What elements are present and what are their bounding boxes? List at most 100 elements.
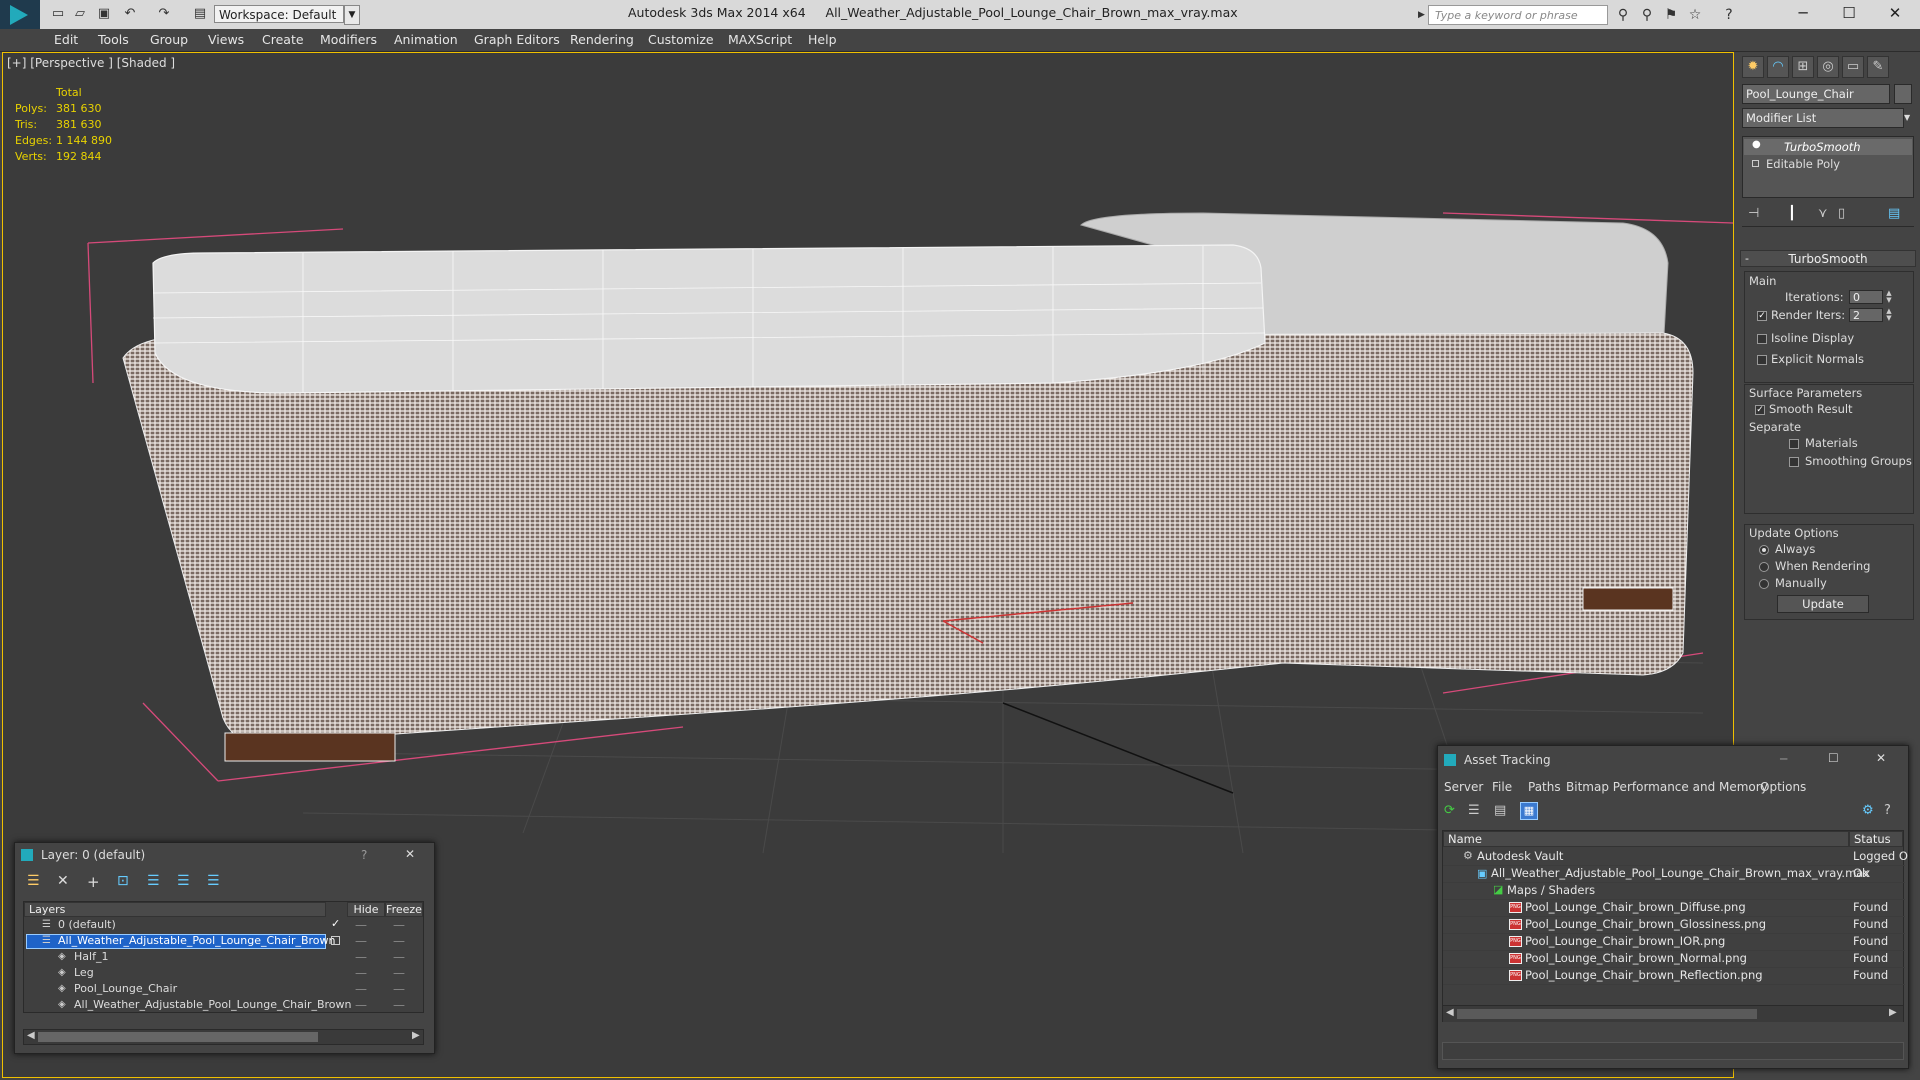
minimize-icon[interactable]: ─ [1780, 0, 1826, 26]
select-layer-objects-icon[interactable]: ⊡ [117, 873, 129, 889]
hide-toggle[interactable]: — [355, 918, 367, 932]
render-iters-spinner[interactable]: 2 [1849, 308, 1883, 322]
menu-create[interactable]: Create [262, 29, 304, 51]
current-layer-check-icon[interactable]: ✓ [331, 917, 340, 930]
render-iters-checkbox[interactable]: ✓ [1757, 311, 1767, 321]
hide-toggle[interactable]: — [355, 950, 367, 964]
table-view-icon[interactable]: ▦ [1520, 802, 1538, 820]
close-icon[interactable]: ✕ [1876, 751, 1886, 765]
smoothing-groups-checkbox[interactable] [1789, 457, 1799, 467]
binoculars-icon[interactable]: ⚲ [1614, 6, 1632, 24]
make-unique-icon[interactable]: ⋎ [1818, 206, 1828, 221]
path-input[interactable] [1442, 1042, 1904, 1060]
freeze-toggle[interactable]: — [393, 966, 405, 980]
col-header-name[interactable]: Name [1443, 831, 1849, 847]
lightbulb-icon[interactable]: ● [1752, 139, 1761, 150]
project-folder-icon[interactable]: ▤ [192, 6, 208, 22]
table-row[interactable]: PNG Pool_Lounge_Chair_brown_IOR.png Foun… [1443, 933, 1905, 951]
always-radio[interactable] [1759, 545, 1769, 555]
expand-icon[interactable] [1752, 160, 1759, 167]
object-color-swatch[interactable] [1894, 84, 1912, 104]
highlight-selected-icon[interactable]: ☰ [147, 873, 160, 889]
col-header-freeze[interactable]: Freeze [385, 902, 423, 917]
open-file-icon[interactable]: ▱ [72, 6, 88, 22]
freeze-toggle[interactable]: — [393, 982, 405, 996]
smooth-result-checkbox[interactable]: ✓ [1755, 405, 1765, 415]
new-file-icon[interactable]: ▭ [50, 6, 66, 22]
show-end-result-icon[interactable]: ┃ [1788, 206, 1796, 221]
scroll-right-icon[interactable]: ▶ [1889, 1007, 1897, 1018]
materials-checkbox[interactable] [1789, 439, 1799, 449]
list-item[interactable]: ◈ Half_1 — — [24, 950, 423, 965]
hierarchy-tab-icon[interactable]: ⊞ [1792, 56, 1814, 78]
display-tab-icon[interactable]: ▭ [1842, 56, 1864, 78]
configure-modifier-sets-icon[interactable]: ▤ [1888, 206, 1900, 221]
search-icon[interactable]: ⚲ [1638, 6, 1656, 24]
chevron-down-icon[interactable]: ▼ [344, 5, 360, 25]
list-item[interactable]: ◈ Pool_Lounge_Chair — — [24, 982, 423, 997]
freeze-toggle[interactable]: — [393, 998, 405, 1012]
motion-tab-icon[interactable]: ◎ [1817, 56, 1839, 78]
search-input[interactable]: Type a keyword or phrase [1428, 5, 1608, 25]
communication-center-icon[interactable]: ⚑ [1662, 6, 1680, 24]
vault-icon[interactable]: ⚙ [1862, 803, 1874, 818]
modifier-list-dropdown[interactable]: Modifier List [1742, 108, 1904, 128]
scrollbar-thumb[interactable] [1457, 1009, 1757, 1019]
isoline-display-checkbox[interactable] [1757, 334, 1767, 344]
object-name-field[interactable]: Pool_Lounge_Chair [1742, 84, 1890, 104]
col-header-hide[interactable]: Hide [347, 902, 385, 917]
spinner-arrows-icon[interactable]: ▲ ▼ [1885, 290, 1893, 304]
menu-modifiers[interactable]: Modifiers [320, 29, 377, 51]
explicit-normals-checkbox[interactable] [1757, 355, 1767, 365]
freeze-all-layers-icon[interactable]: ☰ [207, 873, 220, 889]
workspace-dropdown[interactable]: Workspace: Default [214, 5, 344, 23]
hide-toggle[interactable]: — [355, 966, 367, 980]
table-row[interactable]: PNG Pool_Lounge_Chair_brown_Reflection.p… [1443, 967, 1905, 985]
menu-graph-editors[interactable]: Graph Editors [474, 29, 560, 51]
maximize-icon[interactable]: ☐ [1828, 751, 1839, 765]
table-row[interactable]: PNG Pool_Lounge_Chair_brown_Glossiness.p… [1443, 916, 1905, 934]
when-rendering-radio[interactable] [1759, 562, 1769, 572]
menu-server[interactable]: Server [1444, 780, 1483, 794]
menu-tools[interactable]: Tools [98, 29, 129, 51]
horizontal-scrollbar[interactable]: ◀ ▶ [1443, 1005, 1903, 1022]
stack-item-turbosmooth[interactable]: ● TurboSmooth [1744, 139, 1912, 155]
refresh-icon[interactable]: ⟳ [1444, 803, 1455, 818]
utilities-tab-icon[interactable]: ✎ [1867, 56, 1889, 78]
menu-bitmap-performance[interactable]: Bitmap Performance and Memory [1566, 780, 1768, 794]
undo-icon[interactable]: ↶ [122, 6, 138, 22]
hide-all-layers-icon[interactable]: ☰ [177, 873, 190, 889]
freeze-toggle[interactable]: — [393, 918, 405, 932]
remove-modifier-icon[interactable]: ▯ [1838, 206, 1845, 221]
minimize-icon[interactable]: ─ [1780, 752, 1787, 766]
add-layer-icon[interactable]: + [87, 873, 100, 891]
close-icon[interactable]: ✕ [405, 847, 415, 861]
menu-customize[interactable]: Customize [648, 29, 714, 51]
menu-file[interactable]: File [1492, 780, 1512, 794]
help-icon[interactable]: ? [1884, 803, 1891, 818]
turbosmooth-rollout-title[interactable]: - TurboSmooth [1740, 250, 1916, 267]
chevron-down-icon[interactable]: ▼ [1904, 108, 1914, 128]
help-icon[interactable]: ? [361, 848, 367, 862]
stack-item-editable-poly[interactable]: Editable Poly [1744, 156, 1912, 172]
close-icon[interactable]: ✕ [1872, 0, 1918, 26]
hide-toggle[interactable]: — [355, 998, 367, 1012]
table-row[interactable]: PNG Pool_Lounge_Chair_brown_Diffuse.png … [1443, 899, 1905, 917]
scroll-right-icon[interactable]: ▶ [412, 1030, 420, 1041]
col-header-layers[interactable]: Layers [24, 902, 326, 917]
maximize-icon[interactable]: ☐ [1826, 0, 1872, 26]
menu-edit[interactable]: Edit [54, 29, 78, 51]
viewport-label[interactable]: [+] [Perspective ] [Shaded ] [7, 56, 175, 70]
update-button[interactable]: Update [1777, 595, 1869, 613]
favorites-star-icon[interactable]: ☆ [1686, 6, 1704, 24]
table-row[interactable]: PNG Pool_Lounge_Chair_brown_Normal.png F… [1443, 950, 1905, 968]
list-item[interactable]: ◈ Leg — — [24, 966, 423, 981]
collapse-icon[interactable]: - [1745, 251, 1749, 267]
spinner-arrows-icon[interactable]: ▲ ▼ [1885, 308, 1893, 322]
menu-options[interactable]: Options [1760, 780, 1806, 794]
pin-stack-icon[interactable]: ⊣ [1748, 206, 1759, 221]
scroll-left-icon[interactable]: ◀ [27, 1030, 35, 1041]
col-header-status[interactable]: Status [1849, 831, 1903, 847]
menu-maxscript[interactable]: MAXScript [728, 29, 792, 51]
freeze-toggle[interactable]: — [393, 950, 405, 964]
